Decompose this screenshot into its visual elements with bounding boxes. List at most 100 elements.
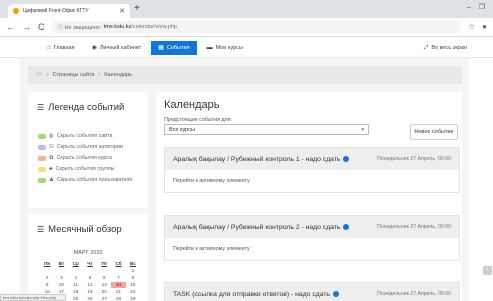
nav-home[interactable]: ⌂ Главная — [40, 41, 82, 55]
info-icon[interactable] — [343, 224, 350, 230]
legend-swatch — [38, 155, 46, 161]
calendar-day[interactable]: 15 — [126, 282, 140, 288]
event-body: Перейти к активному элементу — [165, 238, 459, 260]
calendar-day[interactable]: 18 — [69, 289, 83, 295]
chevron-down-icon: ▾ — [361, 126, 364, 133]
fullscreen-label: Во весь экран — [431, 45, 467, 51]
tab-close-icon[interactable]: ✕ — [119, 8, 125, 15]
calendar-day[interactable]: 12 — [83, 282, 97, 288]
calendar-day[interactable]: 6 — [97, 275, 111, 281]
calendar-day[interactable]: 7 — [111, 275, 125, 281]
calendar-empty-cell — [111, 268, 125, 274]
calendar-day[interactable]: 26 — [83, 296, 97, 301]
calendar-day[interactable]: 28 — [111, 296, 125, 301]
event-date[interactable]: Понедельник 27 Апрель, 09:00 — [377, 291, 451, 297]
maximize-button[interactable]: ❐ — [479, 3, 485, 13]
calendar-day[interactable]: 5 — [83, 275, 97, 281]
browser-tab[interactable]: Цифровой Front-Офис КГТУ ✕ — [8, 4, 130, 18]
event-body: Перейти к активному элементу — [165, 170, 459, 192]
calendar-day[interactable]: 9 — [40, 282, 54, 288]
back-button[interactable]: ← — [6, 22, 15, 32]
go-to-activity-link[interactable]: Перейти к активному элементу — [173, 178, 250, 184]
weekday-header: Чт — [87, 261, 93, 266]
calendar-day[interactable]: 20 — [97, 289, 111, 295]
legend-item-site[interactable]: ◍ Скрыть события сайта — [38, 133, 146, 144]
calendar-empty-cell — [97, 268, 111, 274]
nav-dashboard[interactable]: ◉ Личный кабинет — [85, 41, 149, 55]
legend-item-group[interactable]: ♣ Скрыть события группы — [38, 166, 146, 177]
scroll-arrow-icon[interactable]: › — [483, 266, 492, 275]
legend-item-course[interactable]: ✿ Скрыть события курса — [38, 155, 146, 166]
course-select-value: Все курсы — [169, 126, 195, 133]
not-secure-indicator[interactable]: ⓘ Не защищено — [58, 23, 100, 31]
nav-home-label: Главная — [53, 44, 75, 51]
event-legend-block: ☰ Легенда событий ◍ Скрыть события сайта… — [28, 92, 148, 208]
upcoming-label: Предстоящие события для: — [164, 117, 232, 123]
legend-item-category[interactable]: ☷ Скрыть события категории — [38, 144, 146, 155]
info-icon[interactable] — [332, 291, 339, 297]
calendar-empty-cell — [83, 268, 97, 274]
calendar-day[interactable]: 2 — [40, 275, 54, 281]
month-overview-block: ☰ Месячный обзор МАРТ 2020 Пн Вт Ср Чт Пт Сб В… — [28, 214, 148, 301]
legend-item-label: Скрыть события группы — [55, 166, 115, 172]
calendar-day[interactable]: 29 — [126, 296, 140, 301]
event-title[interactable]: TASK (ссылка для отправки ответов) - над… — [173, 291, 330, 298]
minimize-button[interactable]: – — [467, 3, 471, 13]
profile-avatar-icon[interactable]: ● — [482, 22, 487, 32]
weekday-header: Ср — [72, 261, 79, 266]
new-tab-button[interactable]: + — [134, 4, 140, 14]
page-main: 🗁 › Страницы сайта › Календарь ☰ Легенда… — [20, 58, 469, 301]
menu-bars-icon: ☰ — [37, 225, 45, 234]
breadcrumb-separator: › — [46, 72, 49, 78]
calendar-day[interactable]: 3 — [54, 275, 68, 281]
breadcrumb-calendar[interactable]: Календарь — [104, 72, 132, 78]
site-navbar: ⌂ Главная ◉ Личный кабинет ▦ События ▬ М… — [0, 38, 493, 58]
info-icon[interactable] — [343, 156, 350, 162]
calendar-day[interactable]: 8 — [126, 275, 140, 281]
browser-tab-strip: Цифровой Front-Офис КГТУ ✕ + – ❐ — [0, 0, 493, 18]
legend-item-user[interactable]: ♟ Скрыть события пользователя — [38, 177, 146, 193]
event-date[interactable]: Понедельник 27 Апрель, 00:00 — [377, 156, 451, 162]
calendar-empty-cell — [69, 268, 83, 274]
calendar-day[interactable]: 25 — [69, 296, 83, 301]
site-favicon-icon — [13, 8, 19, 14]
calendar-day[interactable]: 4 — [69, 275, 83, 281]
calendar-day[interactable]: 11 — [69, 282, 83, 288]
home-icon: ⌂ — [47, 44, 51, 51]
calendar-day[interactable]: 27 — [97, 296, 111, 301]
calendar-day[interactable]: 21 — [111, 289, 125, 295]
breadcrumb-separator: › — [98, 72, 101, 78]
expand-icon: ⤢ — [423, 44, 429, 51]
breadcrumb-site-pages[interactable]: Страницы сайта — [53, 72, 95, 78]
event-title[interactable]: Аралық бақылау / Рубежный контроль 2 - н… — [173, 224, 340, 231]
legend-item-label: Скрыть события курса — [56, 155, 112, 161]
course-select[interactable]: Все курсы ▾ — [164, 124, 369, 135]
browser-toolbar: ← → C ⓘ Не защищено tms.kstu.kz/calendar… — [0, 18, 493, 37]
legend-item-label: Скрыть события пользователя — [56, 177, 133, 183]
fullscreen-toggle[interactable]: ⤢ Во весь экран — [424, 42, 467, 54]
month-label[interactable]: МАРТ 2020 — [28, 250, 148, 256]
calendar-day[interactable]: 1 — [126, 268, 140, 274]
category-icon: ☷ — [49, 144, 54, 150]
calendar-day[interactable]: 14 — [111, 282, 126, 288]
calendar-day[interactable]: 10 — [54, 282, 68, 288]
nav-my-courses[interactable]: ▬ Мои курсы — [200, 41, 250, 55]
address-bar[interactable]: ⓘ Не защищено tms.kstu.kz/calendar/view.… — [51, 21, 461, 33]
calendar-day[interactable]: 19 — [83, 289, 97, 295]
calendar-day[interactable]: 22 — [126, 289, 140, 295]
reload-button[interactable]: C — [38, 22, 45, 32]
new-event-button[interactable]: Новое событие — [410, 124, 458, 140]
bookmark-star-icon[interactable]: ☆ — [468, 22, 475, 32]
forward-button[interactable]: → — [22, 22, 31, 32]
nav-events-label: События — [166, 44, 190, 51]
weekday-header: Вс — [129, 261, 136, 266]
go-to-activity-link[interactable]: Перейти к активному элементу — [173, 246, 250, 252]
event-date[interactable]: Понедельник 27 Апрель, 00:00 — [377, 224, 451, 230]
nav-events[interactable]: ▦ События — [151, 40, 197, 55]
legend-title: Легенда событий — [48, 102, 125, 113]
weekday-header: Пт — [101, 261, 108, 266]
calendar-empty-cell — [40, 268, 54, 274]
event-title[interactable]: Аралық бақылау / Рубежный контроль 1 - н… — [173, 156, 340, 163]
courses-icon: ▬ — [206, 44, 213, 51]
calendar-day[interactable]: 13 — [97, 282, 111, 288]
